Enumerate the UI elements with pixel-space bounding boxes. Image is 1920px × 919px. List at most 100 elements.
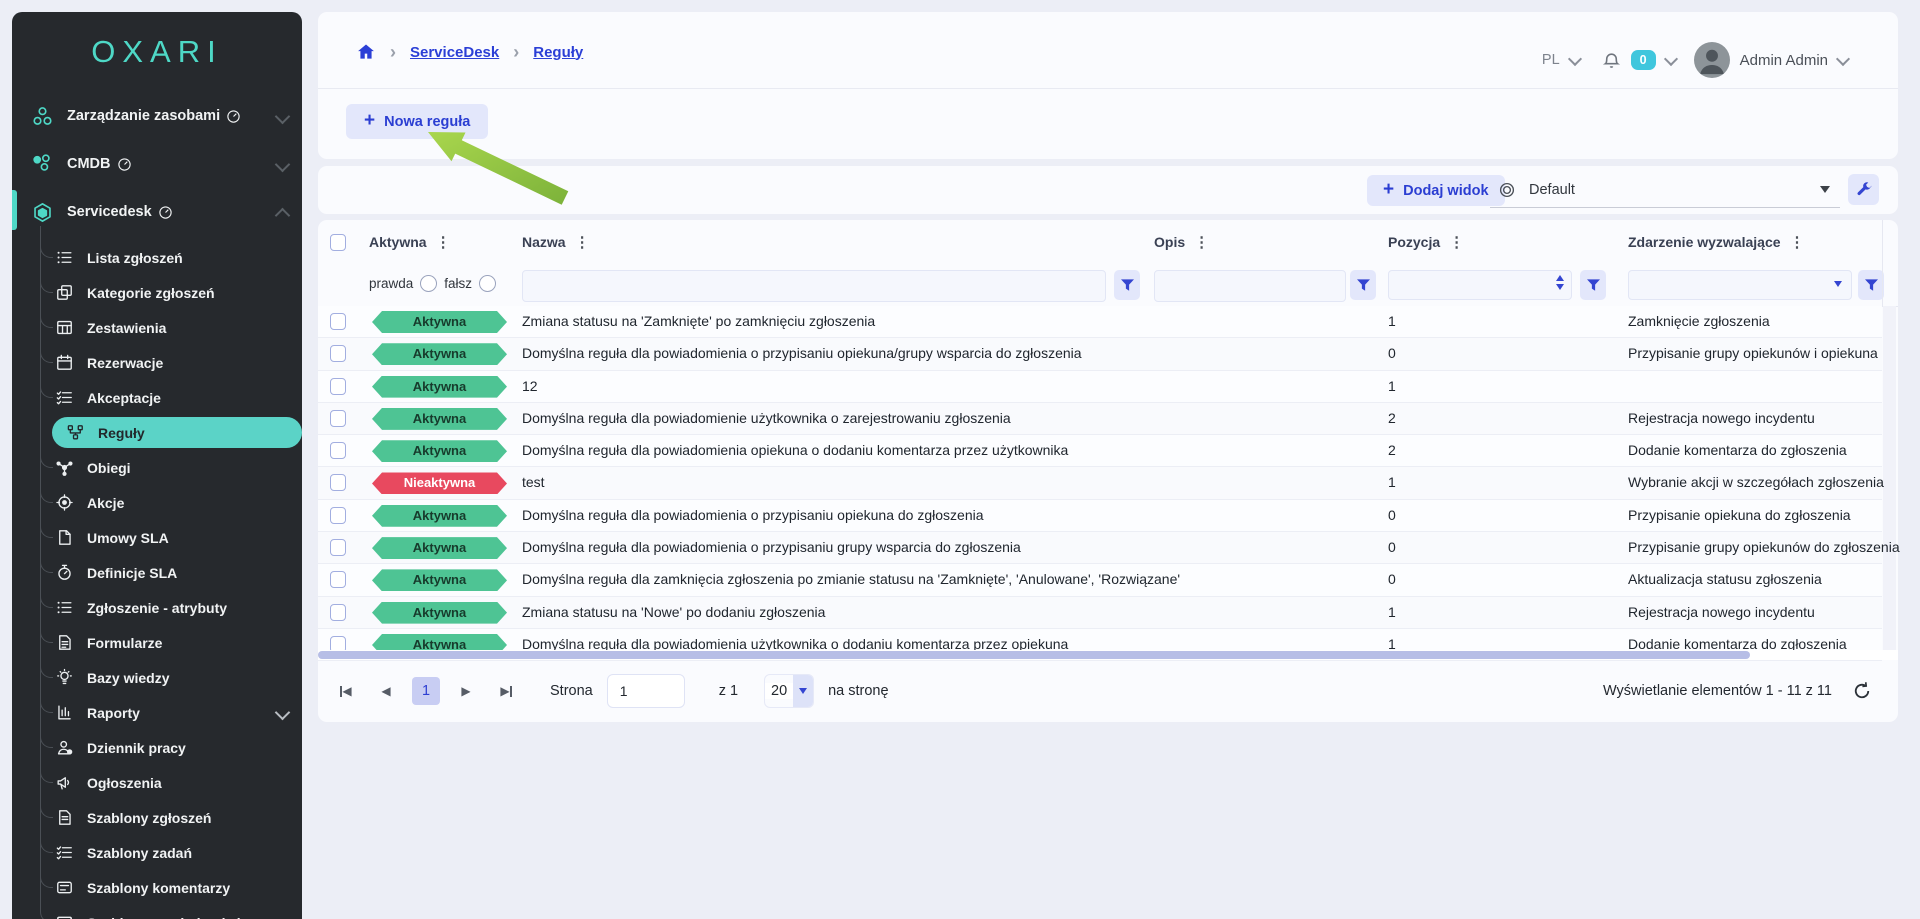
- row-checkbox[interactable]: [330, 604, 346, 621]
- table-row[interactable]: Aktywna121: [318, 371, 1882, 403]
- sidebar-item-lista-zgloszen[interactable]: Lista zgłoszeń: [12, 240, 302, 275]
- table-row[interactable]: AktywnaZmiana statusu na 'Zamknięte' po …: [318, 306, 1882, 338]
- avatar[interactable]: [1694, 42, 1730, 78]
- gauge-icon: [158, 205, 173, 220]
- row-checkbox[interactable]: [330, 474, 346, 491]
- sidebar-item-umowy-sla[interactable]: Umowy SLA: [12, 520, 302, 555]
- page-number-input[interactable]: [607, 674, 685, 708]
- row-checkbox[interactable]: [330, 571, 346, 588]
- sidebar-item-zarzadzanie-zasobami[interactable]: Zarządzanie zasobami: [12, 92, 302, 140]
- table-row[interactable]: AktywnaDomyślna reguła dla powiadomienia…: [318, 435, 1882, 467]
- page-size-select[interactable]: 20: [764, 674, 814, 708]
- table-settings-wrench-button[interactable]: [1848, 174, 1879, 205]
- chevron-down-icon[interactable]: [275, 156, 291, 172]
- add-view-button[interactable]: + Dodaj widok: [1367, 175, 1505, 206]
- first-page-button[interactable]: ◀: [332, 677, 360, 705]
- column-header-opis[interactable]: Opis⋮: [1154, 233, 1209, 251]
- nazwa-filter-input[interactable]: [522, 270, 1106, 302]
- home-icon[interactable]: [356, 42, 376, 62]
- row-checkbox[interactable]: [330, 507, 346, 524]
- pozycja-filter-input[interactable]: [1388, 270, 1572, 300]
- chevron-up-icon[interactable]: [275, 207, 291, 223]
- sidebar-item-definicje-sla[interactable]: Definicje SLA: [12, 555, 302, 590]
- sidebar-item-raporty[interactable]: Raporty: [12, 695, 302, 730]
- zdarzenie-filter-button[interactable]: [1858, 270, 1884, 300]
- column-header-pozycja[interactable]: Pozycja⋮: [1388, 233, 1464, 251]
- column-menu-icon[interactable]: ⋮: [1194, 233, 1209, 251]
- row-checkbox[interactable]: [330, 442, 346, 459]
- table-row[interactable]: AktywnaDomyślna reguła dla powiadomienia…: [318, 532, 1882, 564]
- sidebar-item-akceptacje[interactable]: Akceptacje: [12, 380, 302, 415]
- breadcrumb-link-reguly[interactable]: Reguły: [533, 44, 583, 61]
- new-rule-button[interactable]: + Nowa reguła: [346, 104, 488, 139]
- table-row[interactable]: Nieaktywnatest1Wybranie akcji w szczegół…: [318, 467, 1882, 499]
- next-page-button[interactable]: ▶: [452, 677, 480, 705]
- view-selector[interactable]: Default: [1490, 172, 1840, 208]
- column-menu-icon[interactable]: ⋮: [436, 233, 451, 251]
- radio-true[interactable]: [420, 275, 437, 292]
- row-checkbox[interactable]: [330, 378, 346, 395]
- table-row[interactable]: AktywnaZmiana statusu na 'Nowe' po dodan…: [318, 597, 1882, 629]
- pozycja-filter-button[interactable]: [1580, 270, 1606, 300]
- sidebar-item-ogloszenia[interactable]: Ogłoszenia: [12, 765, 302, 800]
- column-menu-icon[interactable]: ⋮: [1449, 233, 1464, 251]
- nazwa-filter-button[interactable]: [1114, 270, 1140, 300]
- sidebar-item-szablony-zgloszen[interactable]: Szablony zgłoszeń: [12, 800, 302, 835]
- chevron-down-icon[interactable]: [275, 705, 291, 721]
- chevron-down-icon[interactable]: [1568, 51, 1582, 65]
- sidebar-item-akcje[interactable]: Akcje: [12, 485, 302, 520]
- column-header-nazwa[interactable]: Nazwa⋮: [522, 233, 590, 251]
- sidebar-item-kategorie-zgloszen[interactable]: Kategorie zgłoszeń: [12, 275, 302, 310]
- select-all-checkbox[interactable]: [330, 234, 346, 251]
- sidebar-item-dziennik-pracy[interactable]: Dziennik pracy: [12, 730, 302, 765]
- horizontal-scrollbar-thumb[interactable]: [318, 651, 1750, 659]
- notification-count-badge[interactable]: 0: [1631, 50, 1656, 70]
- language-selector[interactable]: PL: [1542, 52, 1560, 68]
- chevron-down-icon[interactable]: [1834, 281, 1842, 287]
- breadcrumb-link-servicedesk[interactable]: ServiceDesk: [410, 44, 499, 61]
- sidebar-item-cmdb[interactable]: CMDB: [12, 140, 302, 188]
- radio-false[interactable]: [479, 275, 496, 292]
- column-header-aktywna[interactable]: Aktywna⋮: [369, 233, 451, 251]
- table-row[interactable]: AktywnaDomyślna reguła dla powiadomienia…: [318, 500, 1882, 532]
- cell-nazwa: 12: [522, 378, 538, 394]
- sidebar-item-szablony-powiadomien[interactable]: Szablony powiadomień: [12, 905, 302, 919]
- opis-filter-input[interactable]: [1154, 270, 1346, 302]
- last-page-button[interactable]: ▶: [492, 677, 520, 705]
- sidebar-item-formularze[interactable]: Formularze: [12, 625, 302, 660]
- opis-filter-button[interactable]: [1350, 270, 1376, 300]
- sidebar-item-zestawienia[interactable]: Zestawienia: [12, 310, 302, 345]
- table-row[interactable]: AktywnaDomyślna reguła dla zamknięcia zg…: [318, 564, 1882, 596]
- row-checkbox[interactable]: [330, 410, 346, 427]
- sidebar-item-szablony-komentarzy[interactable]: Szablony komentarzy: [12, 870, 302, 905]
- sidebar-item-rezerwacje[interactable]: Rezerwacje: [12, 345, 302, 380]
- page-1-button[interactable]: 1: [412, 677, 440, 705]
- previous-page-button[interactable]: ◀: [372, 677, 400, 705]
- sidebar-item-szablony-zadan[interactable]: Szablony zadań: [12, 835, 302, 870]
- column-menu-icon[interactable]: ⋮: [1790, 233, 1805, 251]
- row-checkbox[interactable]: [330, 313, 346, 330]
- number-spinner[interactable]: [1556, 275, 1564, 290]
- chevron-down-icon[interactable]: [275, 108, 291, 124]
- sidebar-item-reguly[interactable]: Reguły: [52, 417, 302, 448]
- chevron-down-icon[interactable]: [1836, 51, 1850, 65]
- zdarzenie-filter-select[interactable]: [1628, 270, 1852, 300]
- sidebar-item-bazy-wiedzy[interactable]: Bazy wiedzy: [12, 660, 302, 695]
- notifications-bell-icon[interactable]: [1602, 51, 1621, 70]
- horizontal-scrollbar-track[interactable]: [318, 650, 1898, 660]
- table-row[interactable]: AktywnaDomyślna reguła dla powiadomienie…: [318, 403, 1882, 435]
- row-checkbox[interactable]: [330, 345, 346, 362]
- sidebar-item-obiegi[interactable]: Obiegi: [12, 450, 302, 485]
- user-name[interactable]: Admin Admin: [1740, 52, 1828, 69]
- column-header-zdarzenie[interactable]: Zdarzenie wyzwalające⋮: [1628, 233, 1805, 251]
- sidebar-item-zgloszenie-atrybuty[interactable]: Zgłoszenie - atrybuty: [12, 590, 302, 625]
- refresh-icon[interactable]: [1852, 681, 1872, 701]
- sidebar-item-servicedesk[interactable]: Servicedesk: [12, 188, 302, 236]
- table-row[interactable]: AktywnaDomyślna reguła dla powiadomienia…: [318, 338, 1882, 370]
- chevron-down-icon[interactable]: [1664, 51, 1678, 65]
- column-menu-icon[interactable]: ⋮: [575, 233, 590, 251]
- table-vertical-scrollbar-track[interactable]: [1883, 306, 1896, 650]
- sidebar-item-label: Zarządzanie zasobami: [67, 108, 220, 124]
- row-checkbox[interactable]: [330, 539, 346, 556]
- sidebar-item-label: Akcje: [87, 495, 124, 511]
